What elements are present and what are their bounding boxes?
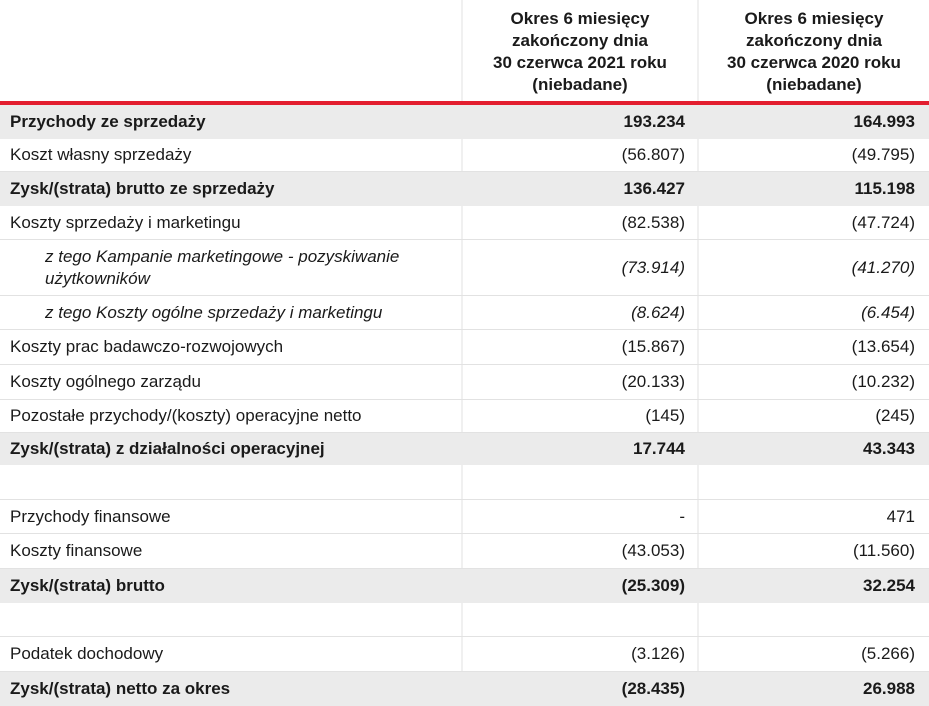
value-2021: 136.427 bbox=[623, 179, 685, 198]
value-2021: (56.807) bbox=[621, 145, 685, 164]
value-2021: (20.133) bbox=[621, 372, 685, 391]
row-label: z tego Kampanie marketingowe - pozyskiwa… bbox=[45, 246, 400, 288]
column-header-2021: Okres 6 miesięcy zakończony dnia 30 czer… bbox=[463, 0, 697, 103]
row-label: Koszt własny sprzedaży bbox=[10, 145, 192, 164]
row-label: z tego Koszty ogólne sprzedaży i marketi… bbox=[45, 302, 383, 322]
value-2020: 115.198 bbox=[854, 179, 915, 198]
value-2021: (15.867) bbox=[621, 337, 685, 356]
value-2021: (43.053) bbox=[621, 541, 685, 560]
value-2021: (28.435) bbox=[621, 679, 685, 698]
value-2021: - bbox=[679, 506, 685, 526]
value-2020: (10.232) bbox=[851, 372, 915, 391]
table-row: Koszty finansowe (43.053) (11.560) bbox=[0, 534, 929, 569]
value-2020: 32.254 bbox=[863, 576, 915, 595]
row-label: Koszty ogólnego zarządu bbox=[10, 372, 201, 391]
table-row: z tego Kampanie marketingowe - pozyskiwa… bbox=[0, 240, 929, 296]
column-header-2020: Okres 6 miesięcy zakończony dnia 30 czer… bbox=[699, 0, 929, 103]
value-2020: (49.795) bbox=[851, 145, 915, 164]
table-row: Koszty sprzedaży i marketingu (82.538) (… bbox=[0, 206, 929, 240]
header-line: 30 czerwca 2020 roku bbox=[727, 52, 901, 72]
value-2021: 193.234 bbox=[623, 112, 685, 131]
value-2021: (3.126) bbox=[631, 644, 685, 663]
value-2020: (11.560) bbox=[852, 541, 915, 560]
value-2021: (8.624) bbox=[631, 302, 685, 322]
row-label: Przychody ze sprzedaży bbox=[10, 112, 206, 131]
value-2020: 471 bbox=[886, 506, 915, 526]
value-2020: (47.724) bbox=[851, 212, 915, 232]
header-line: (niebadane) bbox=[532, 74, 628, 94]
row-label: Zysk/(strata) netto za okres bbox=[10, 679, 231, 698]
table-row-spacer bbox=[0, 465, 929, 500]
table-row: Zysk/(strata) netto za okres (28.435) 26… bbox=[0, 672, 929, 706]
value-2021: (82.538) bbox=[621, 212, 685, 232]
value-2020: (245) bbox=[875, 406, 915, 425]
header-line: Okres 6 miesięcy bbox=[744, 8, 884, 28]
row-label: Zysk/(strata) brutto ze sprzedaży bbox=[10, 179, 275, 198]
value-2020: (5.266) bbox=[861, 644, 915, 663]
row-label: Zysk/(strata) z działalności operacyjnej bbox=[10, 439, 325, 458]
table-body: Przychody ze sprzedaży 193.234 164.993 K… bbox=[0, 105, 929, 706]
value-2020: (6.454) bbox=[861, 302, 915, 322]
table-row: Przychody ze sprzedaży 193.234 164.993 bbox=[0, 105, 929, 139]
row-label: Zysk/(strata) brutto bbox=[10, 576, 165, 595]
row-label: Przychody finansowe bbox=[10, 506, 171, 526]
row-label: Koszty finansowe bbox=[10, 541, 143, 560]
table-row: Podatek dochodowy (3.126) (5.266) bbox=[0, 637, 929, 672]
header-line: zakończony dnia bbox=[745, 30, 883, 50]
table-row: Koszty prac badawczo-rozwojowych (15.867… bbox=[0, 330, 929, 365]
value-2021: (145) bbox=[645, 406, 685, 425]
row-label: Podatek dochodowy bbox=[10, 644, 164, 663]
value-2020: (13.654) bbox=[851, 337, 915, 356]
table-row: Przychody finansowe - 471 bbox=[0, 500, 929, 534]
header-line: Okres 6 miesięcy bbox=[510, 8, 650, 28]
header-line: zakończony dnia bbox=[511, 30, 649, 50]
row-label: Koszty sprzedaży i marketingu bbox=[10, 212, 241, 232]
table-row: Pozostałe przychody/(koszty) operacyjne … bbox=[0, 400, 929, 433]
value-2020: 164.993 bbox=[853, 112, 915, 131]
value-2021: (73.914) bbox=[621, 257, 685, 277]
table-row: Koszty ogólnego zarządu (20.133) (10.232… bbox=[0, 365, 929, 400]
value-2020: (41.270) bbox=[851, 257, 915, 277]
value-2020: 43.343 bbox=[863, 439, 915, 458]
header-line: 30 czerwca 2021 roku bbox=[493, 52, 667, 72]
table-row: Zysk/(strata) brutto (25.309) 32.254 bbox=[0, 569, 929, 603]
value-2021: 17.744 bbox=[633, 439, 685, 458]
value-2021: (25.309) bbox=[621, 576, 685, 595]
row-label: Pozostałe przychody/(koszty) operacyjne … bbox=[10, 406, 362, 425]
table-row: Koszt własny sprzedaży (56.807) (49.795) bbox=[0, 139, 929, 172]
table-row: Zysk/(strata) z działalności operacyjnej… bbox=[0, 433, 929, 465]
row-label: Koszty prac badawczo-rozwojowych bbox=[10, 337, 284, 356]
header-line: (niebadane) bbox=[766, 74, 862, 94]
table-header: Okres 6 miesięcy zakończony dnia 30 czer… bbox=[0, 0, 929, 103]
table-row-spacer bbox=[0, 603, 929, 637]
table-row: z tego Koszty ogólne sprzedaży i marketi… bbox=[0, 296, 929, 330]
value-2020: 26.988 bbox=[863, 679, 915, 698]
income-statement: Okres 6 miesięcy zakończony dnia 30 czer… bbox=[0, 0, 929, 706]
table-row: Zysk/(strata) brutto ze sprzedaży 136.42… bbox=[0, 172, 929, 206]
